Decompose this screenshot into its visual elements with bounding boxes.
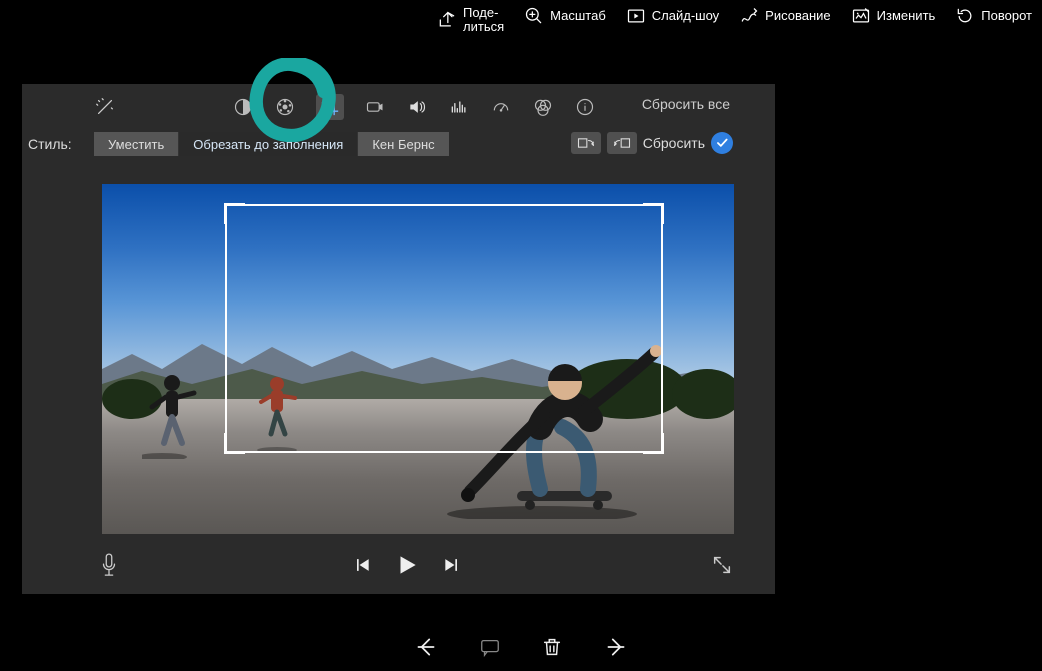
reset-crop-button[interactable]: Сбросить	[643, 135, 705, 151]
style-label: Стиль:	[28, 136, 72, 152]
edit-icon	[851, 6, 871, 26]
apply-crop-button[interactable]	[711, 132, 733, 154]
crop-handle-br[interactable]	[643, 433, 664, 454]
share-button[interactable]: Поде- литься	[437, 6, 504, 34]
voiceover-button[interactable]	[98, 552, 120, 580]
color-balance-tool[interactable]	[232, 96, 254, 118]
prev-button[interactable]	[352, 555, 372, 575]
stabilize-tool[interactable]	[364, 96, 386, 118]
reset-all-button[interactable]: Сбросить все	[642, 96, 730, 112]
app-top-toolbar: Поде- литься Масштаб Слайд-шоу Рисование…	[0, 0, 1042, 40]
share-label: Поде- литься	[463, 6, 504, 34]
viewer-bottom-bar	[0, 623, 1042, 671]
zoom-label: Масштаб	[550, 9, 606, 23]
crop-fill-option[interactable]: Обрезать до заполнения	[178, 132, 357, 156]
draw-icon	[739, 6, 759, 26]
video-preview[interactable]	[102, 184, 734, 534]
ken-burns-option[interactable]: Кен Бернс	[357, 132, 448, 156]
slideshow-icon	[626, 6, 646, 26]
speed-tool[interactable]	[490, 96, 512, 118]
equalizer-tool[interactable]	[448, 96, 470, 118]
rotate-ccw-button[interactable]	[571, 132, 601, 154]
zoom-button[interactable]: Масштаб	[524, 6, 606, 26]
draw-label: Рисование	[765, 9, 830, 23]
magic-wand-icon[interactable]	[94, 96, 116, 118]
volume-tool[interactable]	[406, 96, 428, 118]
crop-actions: Сбросить	[571, 132, 733, 154]
crop-style-bar: Стиль: Уместить Обрезать до заполнения К…	[22, 130, 775, 162]
playback-bar	[22, 546, 775, 586]
info-tool[interactable]	[574, 96, 596, 118]
transport-controls	[352, 552, 462, 578]
edit-button[interactable]: Изменить	[851, 6, 936, 26]
slideshow-label: Слайд-шоу	[652, 9, 719, 23]
editor-panel: Сбросить все Стиль: Уместить Обрезать до…	[22, 84, 775, 594]
filters-tool[interactable]	[532, 96, 554, 118]
crop-tool[interactable]	[316, 94, 344, 120]
color-correction-tool[interactable]	[274, 96, 296, 118]
rotate-icon	[955, 6, 975, 26]
crop-frame[interactable]	[225, 204, 663, 453]
nav-forward-button[interactable]	[603, 634, 629, 660]
share-icon	[437, 10, 457, 30]
comment-button[interactable]	[479, 636, 501, 658]
next-button[interactable]	[442, 555, 462, 575]
fit-option[interactable]: Уместить	[94, 132, 178, 156]
adjust-toolbar: Сбросить все	[22, 84, 775, 126]
nav-back-button[interactable]	[413, 634, 439, 660]
crop-handle-tl[interactable]	[224, 203, 245, 224]
delete-button[interactable]	[541, 636, 563, 658]
play-button[interactable]	[394, 552, 420, 578]
rotate-label: Поворот	[981, 9, 1032, 23]
draw-button[interactable]: Рисование	[739, 6, 830, 26]
magnify-plus-icon	[524, 6, 544, 26]
fullscreen-button[interactable]	[711, 554, 733, 576]
crop-handle-bl[interactable]	[224, 433, 245, 454]
rotate-cw-button[interactable]	[607, 132, 637, 154]
slideshow-button[interactable]: Слайд-шоу	[626, 6, 719, 26]
preview-bush	[672, 369, 734, 419]
edit-label: Изменить	[877, 9, 936, 23]
crop-style-segmented: Уместить Обрезать до заполнения Кен Берн…	[94, 132, 449, 156]
crop-handle-tr[interactable]	[643, 203, 664, 224]
preview-skater-left	[142, 369, 202, 459]
rotate-button[interactable]: Поворот	[955, 6, 1032, 26]
